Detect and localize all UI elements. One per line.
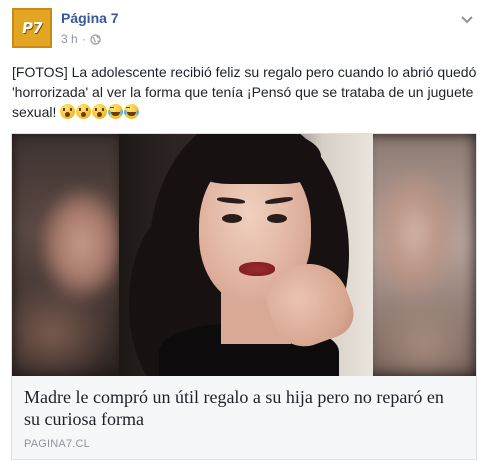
post-header: P7 Página 7 3 h · [12,8,475,52]
post-meta: 3 h · [61,32,101,46]
astonished-face-icon [60,104,76,119]
post-options-chevron-icon[interactable] [459,12,475,28]
hushed-face-icon [92,104,108,119]
link-title[interactable]: Madre le compró un útil regalo a su hija… [24,386,464,430]
astonished-face-icon [76,104,92,119]
post-timestamp[interactable]: 3 h [61,32,78,46]
meta-separator: · [81,32,86,46]
post-body: [FOTOS] La adolescente recibió feliz su … [12,62,480,122]
link-domain: PAGINA7.CL [24,438,90,450]
portrait-photo [119,134,373,376]
tears-of-joy-icon [108,104,124,119]
avatar-logo-text: P7 [20,19,44,37]
link-preview-card[interactable]: Madre le compró un útil regalo a su hija… [11,133,477,460]
page-name-link[interactable]: Página 7 [61,10,119,26]
link-preview-caption[interactable]: Madre le compró un útil regalo a su hija… [12,376,476,459]
facebook-post: P7 Página 7 3 h · [FOTOS] La adolescente… [0,0,487,472]
blurred-photo-left [12,134,122,376]
page-avatar[interactable]: P7 [12,8,52,48]
tears-of-joy-icon [124,104,140,119]
blurred-photo-right [364,134,476,376]
globe-icon[interactable] [90,33,101,45]
link-preview-image[interactable] [12,134,476,376]
